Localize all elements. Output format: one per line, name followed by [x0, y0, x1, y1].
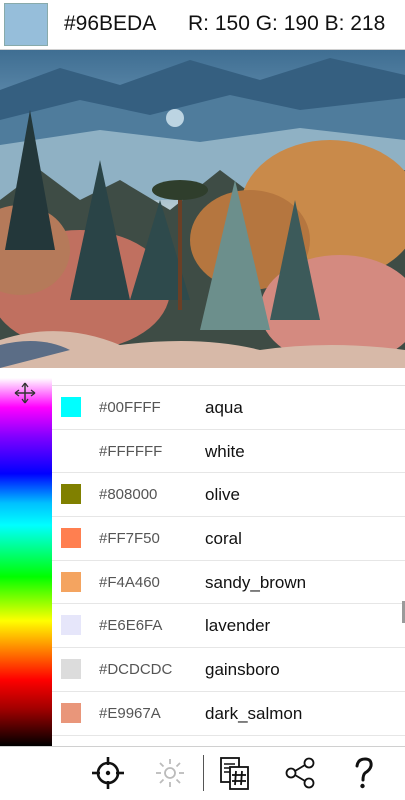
- color-list: #00FFFF aqua #FFFFFF white #808000 olive #FF7F…: [52, 385, 405, 746]
- help-icon: [355, 757, 373, 789]
- move-crosshair-icon[interactable]: [14, 382, 36, 404]
- color-hex-code: #00FFFF: [99, 399, 161, 416]
- color-swatch: [61, 397, 81, 417]
- color-list-item[interactable]: #E6E6FA lavender: [52, 604, 405, 649]
- color-name: dark_salmon: [205, 703, 303, 723]
- color-swatch: [61, 659, 81, 680]
- color-hex-code: #FF7F50: [99, 530, 160, 548]
- color-name: gainsboro: [205, 660, 280, 680]
- color-header: #96BEDA R: 150 G: 190 B: 218: [0, 0, 405, 50]
- crosshair-icon: [92, 757, 124, 789]
- color-list-item[interactable]: #DCDCDC gainsboro: [52, 648, 405, 692]
- help-button[interactable]: [344, 753, 384, 793]
- color-list-item[interactable]: [52, 736, 405, 747]
- color-name: aqua: [205, 398, 243, 417]
- color-swatch: [61, 615, 81, 636]
- color-list-item[interactable]: #FFFFFF white: [52, 430, 405, 474]
- color-list-item[interactable]: #E9967A dark_salmon: [52, 692, 405, 736]
- share-button[interactable]: [280, 753, 320, 793]
- bottom-toolbar: [0, 746, 405, 800]
- landscape-image: [0, 50, 405, 368]
- color-swatch: [61, 440, 81, 461]
- brightness-icon: [156, 759, 184, 787]
- color-hex-code: #E9967A: [99, 704, 161, 722]
- color-name: olive: [205, 485, 240, 505]
- copy-hex-button[interactable]: [214, 753, 254, 793]
- current-color-swatch: [4, 3, 48, 46]
- color-hex-code: #F4A460: [99, 573, 160, 591]
- color-name: white: [205, 441, 245, 461]
- share-icon: [285, 757, 315, 789]
- copy-hex-icon: [220, 757, 249, 790]
- color-list-item[interactable]: #808000 olive: [52, 473, 405, 518]
- current-rgb-value: R: 150 G: 190 B: 218: [188, 12, 386, 35]
- color-swatch: [61, 702, 81, 723]
- source-image[interactable]: [0, 50, 405, 368]
- color-name: coral: [205, 529, 242, 549]
- brightness-button[interactable]: [150, 753, 190, 793]
- color-name: lavender: [205, 616, 271, 636]
- color-list-item[interactable]: #F4A460 sandy_brown: [52, 561, 405, 605]
- color-hex-code: #DCDCDC: [99, 661, 173, 679]
- hue-spectrum-slider[interactable]: [0, 378, 52, 746]
- current-hex-value: #96BEDA: [64, 12, 157, 35]
- color-swatch: [61, 528, 81, 549]
- color-hex-code: #FFFFFF: [99, 442, 163, 460]
- color-swatch: [61, 571, 81, 592]
- color-list-item[interactable]: #00FFFF aqua: [52, 386, 405, 430]
- color-hex-code: #E6E6FA: [99, 617, 163, 635]
- color-hex-code: #808000: [99, 486, 158, 504]
- color-swatch: [61, 484, 81, 505]
- crosshair-button[interactable]: [88, 753, 128, 793]
- color-list-item[interactable]: #FF7F50 coral: [52, 517, 405, 561]
- color-name: sandy_brown: [205, 572, 307, 592]
- toolbar-divider: [203, 755, 204, 791]
